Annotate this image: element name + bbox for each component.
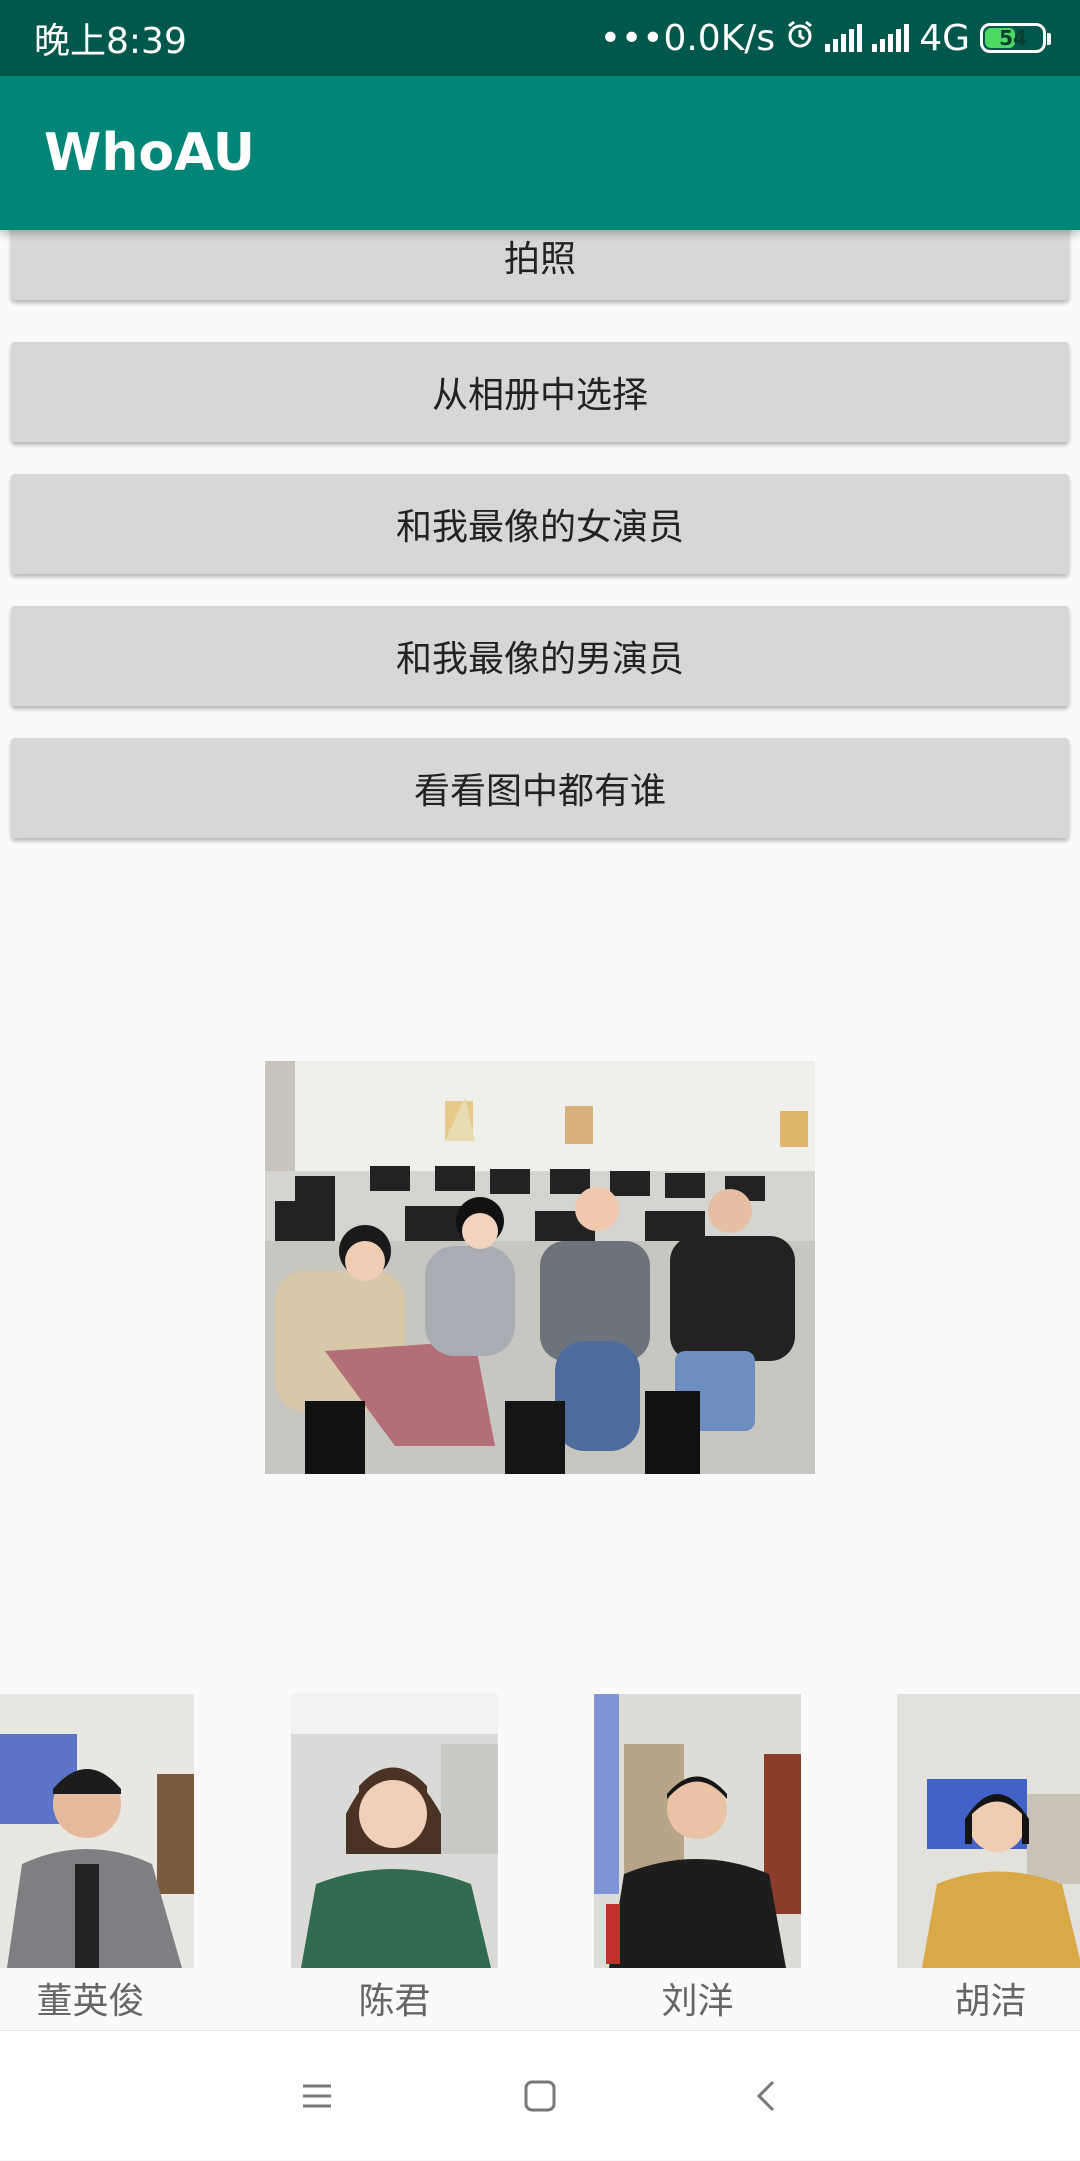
face-name: 董英俊 xyxy=(36,1981,145,2022)
battery-level: 54 xyxy=(999,26,1027,50)
signal-icon xyxy=(825,24,863,52)
face-name: 胡洁 xyxy=(954,1981,1027,2022)
face-thumbnail[interactable] xyxy=(291,1694,498,1968)
network-type: 4G xyxy=(919,17,970,59)
system-nav-bar xyxy=(0,2030,1080,2160)
home-icon[interactable] xyxy=(480,2031,600,2161)
status-bar: 晚上8:39 •••0.0K/s 4G 54 xyxy=(0,0,1080,76)
face-thumbnail[interactable] xyxy=(594,1694,801,1968)
app-bar: WhoAU xyxy=(0,76,1080,230)
back-icon[interactable] xyxy=(707,2031,827,2161)
network-speed: •••0.0K/s xyxy=(599,17,776,59)
group-photo xyxy=(265,1061,815,1474)
battery-icon: 54 xyxy=(980,23,1051,53)
similar-actress-button[interactable]: 和我最像的女演员 xyxy=(11,474,1069,574)
detected-faces: 董英俊 陈君 刘洋 胡洁 xyxy=(0,1694,1080,2034)
app-title: WhoAU xyxy=(44,123,255,183)
similar-actor-button[interactable]: 和我最像的男演员 xyxy=(11,606,1069,706)
status-time: 晚上8:39 xyxy=(34,21,187,62)
face-thumbnail[interactable] xyxy=(897,1694,1080,1968)
face-thumbnail[interactable] xyxy=(0,1694,194,1968)
signal-icon xyxy=(872,24,910,52)
face-name: 刘洋 xyxy=(661,1981,734,2022)
who-is-in-photo-button[interactable]: 看看图中都有谁 xyxy=(11,738,1069,838)
face-name: 陈君 xyxy=(358,1981,431,2022)
choose-from-album-button[interactable]: 从相册中选择 xyxy=(11,342,1069,442)
menu-icon[interactable] xyxy=(257,2031,377,2161)
alarm-icon xyxy=(785,18,815,59)
status-icons: •••0.0K/s 4G 54 xyxy=(599,17,1051,59)
